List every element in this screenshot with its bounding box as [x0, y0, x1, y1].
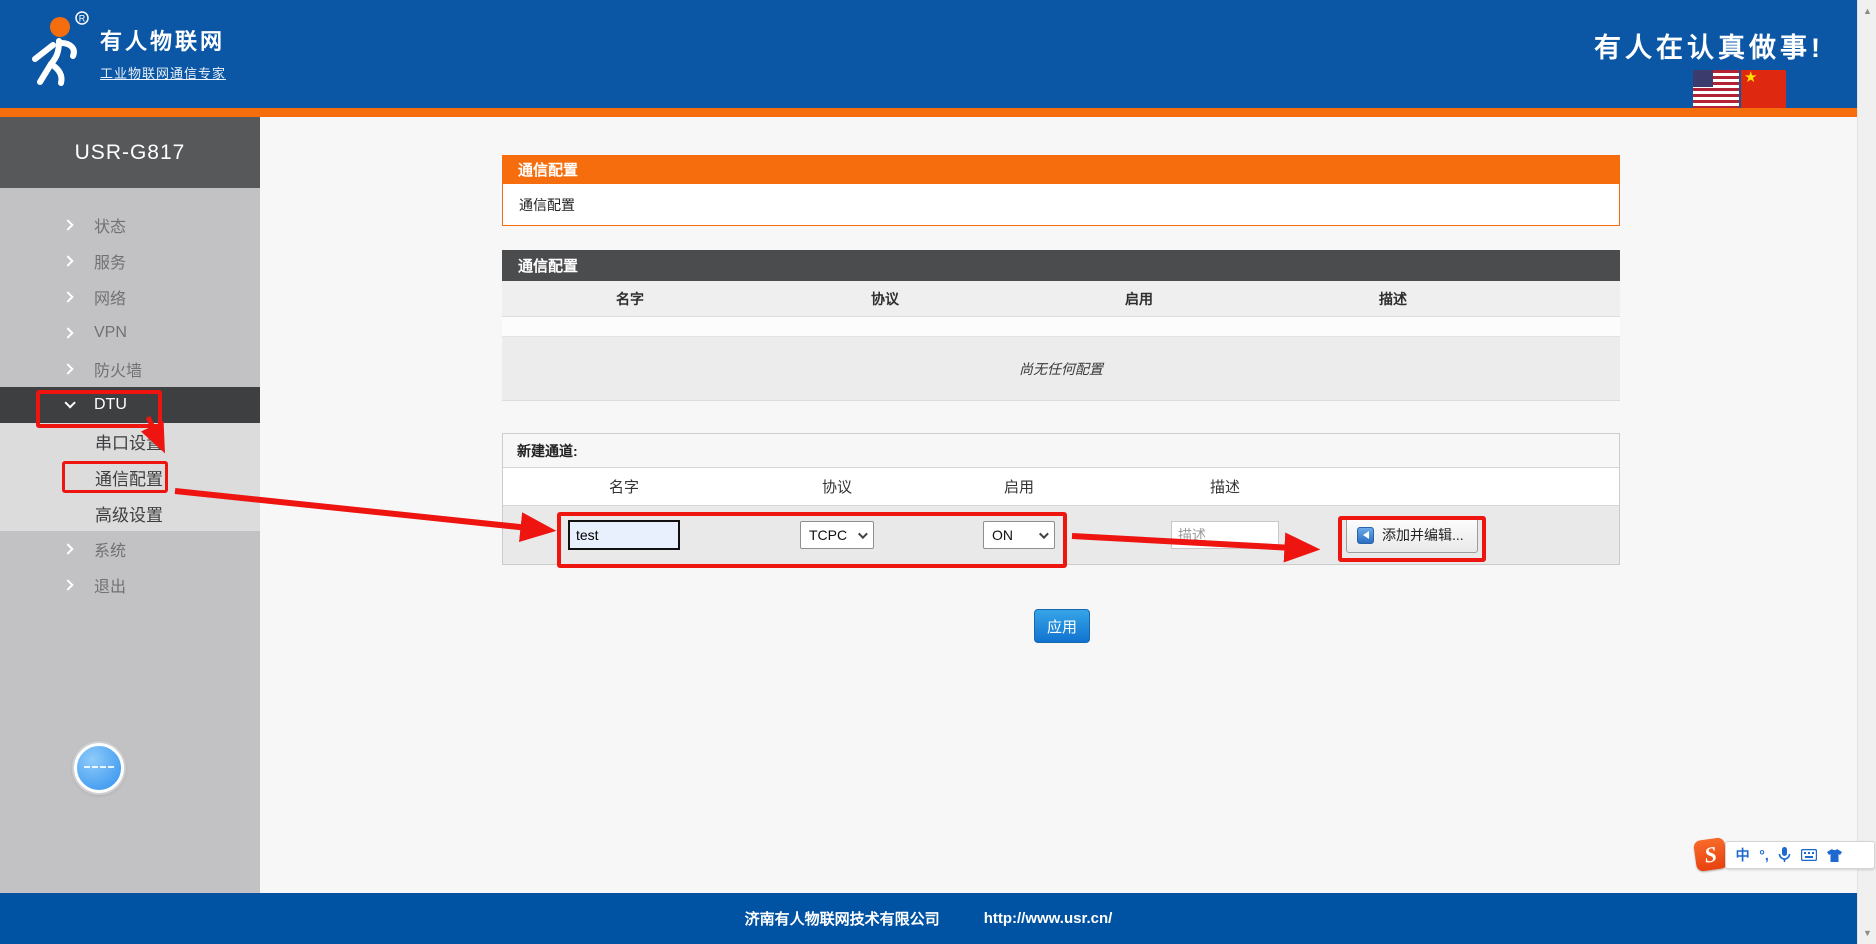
chevron-right-icon — [62, 327, 74, 339]
header-bar: R 有人物联网 工业物联网通信专家 有人在认真做事! ★ — [0, 0, 1876, 108]
slogan-text: 有人在认真做事! — [1594, 33, 1824, 63]
brand-subtitle: 工业物联网通信专家 — [100, 65, 227, 81]
chevron-down-icon — [64, 397, 76, 409]
sidebar-item-system[interactable]: 系统 — [0, 531, 260, 567]
sidebar-item-firewall[interactable]: 防火墙 — [0, 351, 260, 387]
sidebar-item-services[interactable]: 服务 — [0, 243, 260, 279]
column-header-enable: 启用 — [1125, 290, 1153, 307]
us-flag-canton — [1693, 70, 1713, 87]
ime-punctuation-button[interactable]: °, — [1759, 847, 1769, 863]
ime-tools-grid-icon[interactable] — [1851, 849, 1864, 862]
chevron-down-icon — [857, 528, 868, 539]
badge-dash — [84, 766, 114, 768]
device-name: USR-G817 — [0, 117, 260, 188]
english-flag-icon[interactable] — [1693, 70, 1739, 108]
sidebar-item-network[interactable]: 网络 — [0, 279, 260, 315]
chevron-right-icon — [62, 543, 74, 555]
sidebar-item-logout[interactable]: 退出 — [0, 567, 260, 603]
ime-keyboard-icon[interactable] — [1801, 849, 1818, 861]
chevron-right-icon — [62, 363, 74, 375]
footer-website-link[interactable]: http://www.usr.cn/ — [984, 910, 1113, 927]
usr-logo-icon: R — [22, 10, 90, 95]
column-header-enable: 启用 — [1003, 479, 1034, 496]
channel-name-input[interactable] — [568, 520, 680, 550]
new-channel-title: 新建通道: — [503, 434, 1619, 468]
new-channel-panel: 新建通道: 名字 协议 启用 描述 TCPC ON 添加并编辑... — [502, 433, 1620, 565]
description-input[interactable] — [1171, 521, 1279, 549]
add-edit-button[interactable]: 添加并编辑... — [1346, 517, 1478, 553]
column-header-description: 描述 — [1379, 290, 1407, 307]
sidebar-item-vpn[interactable]: VPN — [0, 315, 260, 351]
vertical-scrollbar[interactable]: ▲ ▼ — [1857, 0, 1876, 944]
sogou-ime-icon[interactable]: S — [1692, 836, 1729, 873]
info-panel-title: 通信配置 — [502, 155, 1620, 184]
table-spacer-row — [502, 317, 1620, 337]
chevron-right-icon — [62, 291, 74, 303]
column-header-protocol: 协议 — [871, 290, 899, 307]
protocol-select[interactable]: TCPC — [800, 521, 874, 549]
footer-company: 济南有人物联网技术有限公司 — [744, 911, 940, 928]
new-channel-header: 名字 协议 启用 描述 — [503, 468, 1619, 506]
info-panel-body: 通信配置 — [502, 184, 1620, 226]
channels-table-header: 名字 协议 启用 描述 — [502, 281, 1620, 317]
sidebar-item-status[interactable]: 状态 — [0, 207, 260, 243]
sidebar-item-dtu[interactable]: DTU — [0, 387, 260, 423]
cn-flag-star: ★ — [1744, 69, 1758, 86]
chevron-right-icon — [62, 219, 74, 231]
new-channel-form-row: TCPC ON 添加并编辑... — [503, 506, 1619, 564]
channels-panel: 通信配置 名字 协议 启用 描述 尚无任何配置 — [502, 250, 1620, 401]
ime-microphone-icon[interactable] — [1778, 847, 1791, 863]
ime-toolbar: 中 °, — [1725, 841, 1875, 869]
column-header-name: 名字 — [616, 290, 644, 307]
chevron-right-icon — [62, 579, 74, 591]
scroll-up-button[interactable]: ▲ — [1858, 6, 1876, 16]
support-badge-icon[interactable] — [74, 743, 124, 793]
accent-strip — [0, 108, 1876, 117]
chevron-down-icon — [1038, 528, 1049, 539]
empty-table-message: 尚无任何配置 — [502, 337, 1620, 401]
chinese-flag-icon[interactable]: ★ — [1741, 69, 1786, 108]
ime-skin-icon[interactable] — [1826, 848, 1842, 862]
svg-text:R: R — [79, 14, 86, 24]
channels-panel-title: 通信配置 — [502, 250, 1620, 281]
apply-button[interactable]: 应用 — [1034, 609, 1090, 643]
chevron-right-icon — [62, 255, 74, 267]
sidebar-item-serial-settings[interactable]: 串口设置 — [0, 423, 260, 459]
ime-language-mode-button[interactable]: 中 — [1736, 845, 1750, 865]
sidebar-item-comm-config[interactable]: 通信配置 — [0, 459, 260, 495]
sidebar: USR-G817 状态 服务 网络 VPN 防火墙 DTU 串口设置 通信配置 … — [0, 117, 260, 893]
info-panel: 通信配置 通信配置 — [502, 155, 1620, 226]
column-header-description: 描述 — [1209, 479, 1240, 496]
enable-select[interactable]: ON — [983, 521, 1055, 549]
scroll-down-button[interactable]: ▼ — [1858, 928, 1876, 938]
brand-title: 有人物联网 — [100, 28, 226, 54]
add-edit-icon — [1357, 526, 1374, 544]
column-header-protocol: 协议 — [821, 479, 852, 496]
column-header-name: 名字 — [608, 479, 639, 496]
sidebar-menu: 状态 服务 网络 VPN 防火墙 DTU 串口设置 通信配置 高级设置 系统 退… — [0, 188, 260, 603]
dtu-submenu: 串口设置 通信配置 高级设置 — [0, 423, 260, 531]
sidebar-item-advanced-settings[interactable]: 高级设置 — [0, 495, 260, 531]
footer: 济南有人物联网技术有限公司 http://www.usr.cn/ — [0, 893, 1857, 944]
brand: R 有人物联网 工业物联网通信专家 — [22, 10, 226, 95]
